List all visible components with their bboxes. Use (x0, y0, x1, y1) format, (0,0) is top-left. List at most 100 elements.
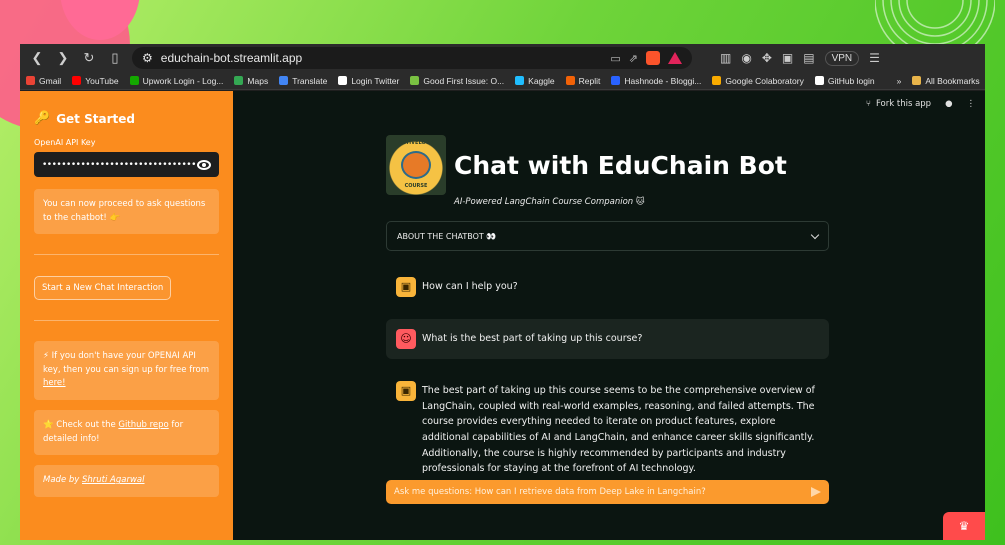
bookmark-item[interactable]: Upwork Login - Log... (129, 76, 223, 86)
bookmark-favicon-icon (72, 76, 82, 85)
sidebar-toggle-icon[interactable]: ▣ (782, 51, 793, 65)
bookmark-label: Google Colaboratory (725, 75, 804, 86)
address-bar[interactable]: ⚙ educhain-bot.streamlit.app ▭ ⇗ (132, 47, 692, 69)
bookmark-favicon-icon (234, 76, 244, 85)
author-link[interactable]: Shruti Agarwal (82, 475, 145, 485)
api-key-label: OpenAI API Key (34, 138, 96, 147)
streamlit-badge[interactable]: ♛ (943, 512, 985, 540)
logo-emblem (401, 151, 431, 179)
browser-window: ❮ ❯ ↻ ▯ ⚙ educhain-bot.streamlit.app ▭ ⇗… (20, 44, 985, 540)
bookmark-item[interactable]: Hashnode - Bloggi... (611, 76, 701, 86)
divider (34, 254, 219, 256)
fork-button[interactable]: ⑂ Fork this app (866, 99, 931, 109)
github-repo-link[interactable]: Github repo (118, 420, 168, 430)
course-logo: ACTIVELOOP COURSE (386, 135, 446, 195)
folder-icon (912, 76, 922, 85)
message-text: How can I help you? (422, 281, 518, 292)
bookmark-label: Kaggle (528, 75, 555, 86)
bookmark-item[interactable]: YouTube (72, 75, 119, 86)
bookmark-favicon-icon (565, 76, 575, 85)
streamlit-app: 🔑 Get Started OpenAI API Key •••••••••••… (20, 91, 985, 540)
bookmark-label: YouTube (85, 75, 119, 86)
bookmarks-bar: Gmail YouTube Upwork Login - Log... Maps Tra… (20, 72, 985, 90)
divider (34, 320, 219, 322)
chat-input-field[interactable] (394, 487, 811, 497)
assistant-message: ▣ How can I help you? (386, 267, 829, 307)
bot-avatar-icon: ▣ (396, 381, 416, 401)
bookmark-favicon-icon (410, 76, 420, 85)
page-title: Chat with EduChain Bot (454, 150, 787, 180)
key-icon: 🔑 (34, 111, 51, 126)
bookmark-item[interactable]: Replit (565, 75, 601, 86)
extensions-puzzle-icon[interactable]: ✥ (762, 51, 772, 65)
bookmark-icon[interactable]: ▯ (106, 49, 124, 67)
menu-icon[interactable]: ☰ (869, 51, 880, 65)
reload-icon[interactable]: ↻ (80, 49, 98, 67)
bookmark-label: Gmail (39, 75, 62, 86)
bookmark-item[interactable]: Translate (279, 76, 327, 86)
crown-icon: ♛ (958, 519, 970, 533)
bookmark-item[interactable]: Google Colaboratory (712, 75, 804, 86)
send-icon[interactable] (811, 487, 821, 497)
more-options-icon[interactable]: ⋮ (967, 99, 976, 109)
made-by-box: Made by Shruti Agarwal (34, 465, 219, 497)
made-by-text: Made by (43, 475, 82, 486)
bookmark-item[interactable]: GitHub login (814, 75, 875, 86)
bookmark-favicon-icon (611, 76, 621, 85)
forward-icon[interactable]: ❯ (54, 49, 72, 67)
url-text[interactable]: educhain-bot.streamlit.app (161, 51, 603, 65)
extension-icon[interactable]: ▥ (720, 51, 731, 65)
logo-text-bottom: COURSE (404, 183, 428, 189)
vpn-button[interactable]: VPN (824, 50, 860, 66)
chevron-down-icon[interactable] (810, 230, 820, 239)
more-bookmarks-icon[interactable]: » (897, 76, 902, 86)
bookmark-label: Good First Issue: O... (423, 75, 505, 86)
app-toolbar: ⑂ Fork this app ● ⋮ (866, 99, 975, 109)
user-message: ☺ What is the best part of taking up this… (386, 319, 829, 359)
github-icon[interactable]: ● (945, 99, 952, 109)
page-header: ACTIVELOOP COURSE Chat with EduChain Bot (386, 135, 829, 195)
grammarly-icon[interactable]: ◉ (741, 51, 751, 65)
about-expander[interactable]: ABOUT THE CHATBOT 👀 (386, 221, 829, 251)
brave-shields-icon[interactable] (646, 51, 660, 65)
bot-avatar-icon: ▣ (396, 277, 416, 297)
bookmark-label: Hashnode - Bloggi... (624, 75, 702, 86)
new-chat-button[interactable]: Start a New Chat Interaction (34, 276, 172, 301)
openai-info-box: ⚡ If you don't have your OPENAI API key,… (34, 341, 219, 400)
all-bookmarks-label: All Bookmarks (925, 75, 980, 86)
bookmark-favicon-icon (279, 76, 289, 85)
bookmark-item[interactable]: Login Twitter (338, 76, 399, 86)
show-password-icon[interactable] (197, 159, 211, 170)
wallet-icon[interactable]: ▤ (803, 51, 814, 65)
assistant-message: ▣ The best part of taking up this course … (386, 371, 829, 487)
bookmark-favicon-icon (338, 76, 348, 85)
fork-label: Fork this app (875, 99, 932, 109)
bookmark-item[interactable]: Maps (234, 76, 268, 86)
cast-icon[interactable]: ▭ (610, 52, 620, 65)
api-key-input[interactable]: ••••••••••••••••••••••••••••••••••••••••… (34, 152, 219, 177)
api-key-value[interactable]: ••••••••••••••••••••••••••••••••••••••••… (42, 160, 197, 170)
bookmark-label: GitHub login (827, 75, 875, 86)
brave-rewards-icon[interactable] (668, 52, 682, 64)
bookmark-label: Maps (247, 75, 269, 86)
bookmark-label: Translate (292, 75, 328, 86)
site-info-icon[interactable]: ⚙ (142, 51, 153, 65)
chat-content: ACTIVELOOP COURSE Chat with EduChain Bot… (386, 135, 829, 487)
bookmark-item[interactable]: Good First Issue: O... (410, 76, 504, 86)
chat-input[interactable] (386, 480, 829, 504)
page-subtitle: AI-Powered LangChain Course Companion 🐱 (454, 197, 645, 207)
openai-signup-link[interactable]: here! (43, 378, 66, 388)
fork-icon: ⑂ (865, 99, 871, 109)
bookmark-item[interactable]: Gmail (26, 76, 61, 86)
expander-label[interactable]: ABOUT THE CHATBOT 👀 (397, 232, 812, 241)
bookmark-label: Replit (578, 75, 601, 86)
share-icon[interactable]: ⇗ (629, 52, 638, 65)
main-panel: ⑂ Fork this app ● ⋮ ACTIVELOOP COURSE Ch… (233, 91, 985, 540)
back-icon[interactable]: ❮ (28, 49, 46, 67)
bookmark-favicon-icon (26, 76, 35, 85)
bookmark-item[interactable]: Kaggle (515, 75, 555, 86)
github-info-text: ⭐ Check out the (43, 419, 119, 430)
all-bookmarks-button[interactable]: All Bookmarks (912, 75, 980, 86)
message-list: ▣ How can I help you? ☺ What is the best pa… (386, 267, 829, 487)
sidebar: 🔑 Get Started OpenAI API Key •••••••••••… (20, 91, 233, 540)
